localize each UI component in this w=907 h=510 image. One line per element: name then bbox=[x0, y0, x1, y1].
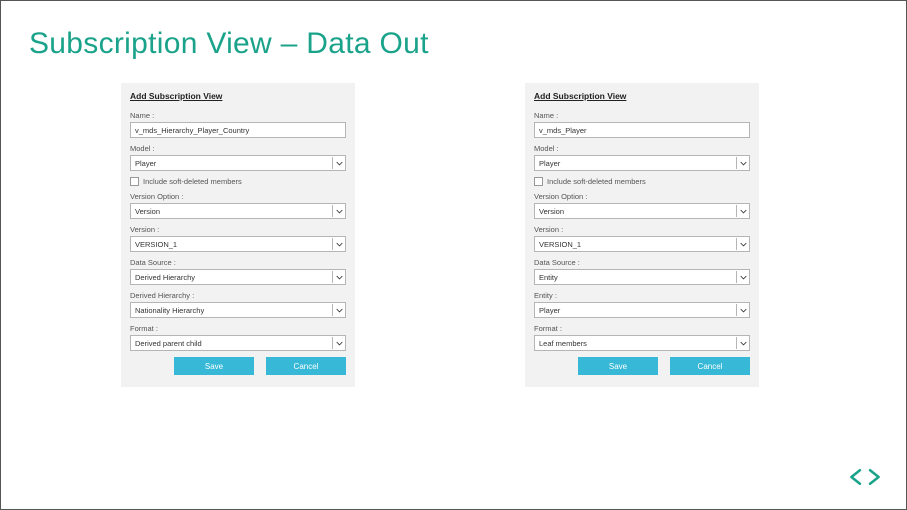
chevron-down-icon bbox=[736, 304, 748, 316]
data-source-label: Data Source : bbox=[130, 258, 346, 267]
include-soft-deleted-label: Include soft-deleted members bbox=[547, 177, 646, 186]
version-option-label: Version Option : bbox=[534, 192, 750, 201]
format-label: Format : bbox=[130, 324, 346, 333]
add-subscription-view-panel-left: Add Subscription View Name : v_mds_Hiera… bbox=[121, 83, 355, 387]
chevron-down-icon bbox=[332, 157, 344, 169]
chevron-down-icon bbox=[332, 271, 344, 283]
format-value: Leaf members bbox=[539, 339, 587, 348]
panel-heading: Add Subscription View bbox=[534, 91, 750, 101]
save-button[interactable]: Save bbox=[578, 357, 658, 375]
checkbox-icon bbox=[534, 177, 543, 186]
version-option-value: Version bbox=[135, 207, 160, 216]
name-input[interactable]: v_mds_Player bbox=[534, 122, 750, 138]
slide: Subscription View – Data Out Add Subscri… bbox=[0, 0, 907, 510]
chevron-down-icon bbox=[736, 337, 748, 349]
derived-hierarchy-select[interactable]: Nationality Hierarchy bbox=[130, 302, 346, 318]
data-source-select[interactable]: Derived Hierarchy bbox=[130, 269, 346, 285]
format-label: Format : bbox=[534, 324, 750, 333]
include-soft-deleted-checkbox[interactable]: Include soft-deleted members bbox=[130, 177, 346, 186]
data-source-label: Data Source : bbox=[534, 258, 750, 267]
model-label: Model : bbox=[130, 144, 346, 153]
model-value: Player bbox=[135, 159, 156, 168]
chevron-down-icon bbox=[736, 157, 748, 169]
name-value: v_mds_Player bbox=[539, 126, 587, 135]
include-soft-deleted-checkbox[interactable]: Include soft-deleted members bbox=[534, 177, 750, 186]
data-source-value: Derived Hierarchy bbox=[135, 273, 195, 282]
version-select[interactable]: VERSION_1 bbox=[130, 236, 346, 252]
data-source-select[interactable]: Entity bbox=[534, 269, 750, 285]
include-soft-deleted-label: Include soft-deleted members bbox=[143, 177, 242, 186]
chevron-down-icon bbox=[736, 238, 748, 250]
version-label: Version : bbox=[130, 225, 346, 234]
checkbox-icon bbox=[130, 177, 139, 186]
panel-heading: Add Subscription View bbox=[130, 91, 346, 101]
name-value: v_mds_Hierarchy_Player_Country bbox=[135, 126, 249, 135]
chevron-down-icon bbox=[332, 304, 344, 316]
format-value: Derived parent child bbox=[135, 339, 202, 348]
format-select[interactable]: Derived parent child bbox=[130, 335, 346, 351]
panels-row: Add Subscription View Name : v_mds_Hiera… bbox=[29, 83, 878, 387]
model-label: Model : bbox=[534, 144, 750, 153]
chevron-down-icon bbox=[736, 205, 748, 217]
button-row: Save Cancel bbox=[130, 357, 346, 375]
cancel-button[interactable]: Cancel bbox=[266, 357, 346, 375]
model-value: Player bbox=[539, 159, 560, 168]
name-label: Name : bbox=[534, 111, 750, 120]
entity-value: Player bbox=[539, 306, 560, 315]
add-subscription-view-panel-right: Add Subscription View Name : v_mds_Playe… bbox=[525, 83, 759, 387]
name-input[interactable]: v_mds_Hierarchy_Player_Country bbox=[130, 122, 346, 138]
cancel-button[interactable]: Cancel bbox=[670, 357, 750, 375]
chevron-down-icon bbox=[332, 205, 344, 217]
version-option-select[interactable]: Version bbox=[534, 203, 750, 219]
version-label: Version : bbox=[534, 225, 750, 234]
format-select[interactable]: Leaf members bbox=[534, 335, 750, 351]
version-value: VERSION_1 bbox=[539, 240, 581, 249]
derived-hierarchy-value: Nationality Hierarchy bbox=[135, 306, 204, 315]
version-select[interactable]: VERSION_1 bbox=[534, 236, 750, 252]
version-option-select[interactable]: Version bbox=[130, 203, 346, 219]
page-title: Subscription View – Data Out bbox=[29, 27, 878, 61]
chevron-down-icon bbox=[332, 238, 344, 250]
chevron-down-icon bbox=[736, 271, 748, 283]
brand-logo-icon bbox=[848, 466, 882, 493]
model-select[interactable]: Player bbox=[130, 155, 346, 171]
version-option-value: Version bbox=[539, 207, 564, 216]
model-select[interactable]: Player bbox=[534, 155, 750, 171]
save-button[interactable]: Save bbox=[174, 357, 254, 375]
chevron-down-icon bbox=[332, 337, 344, 349]
version-option-label: Version Option : bbox=[130, 192, 346, 201]
data-source-value: Entity bbox=[539, 273, 558, 282]
button-row: Save Cancel bbox=[534, 357, 750, 375]
version-value: VERSION_1 bbox=[135, 240, 177, 249]
derived-hierarchy-label: Derived Hierarchy : bbox=[130, 291, 346, 300]
entity-select[interactable]: Player bbox=[534, 302, 750, 318]
entity-label: Entity : bbox=[534, 291, 750, 300]
name-label: Name : bbox=[130, 111, 346, 120]
